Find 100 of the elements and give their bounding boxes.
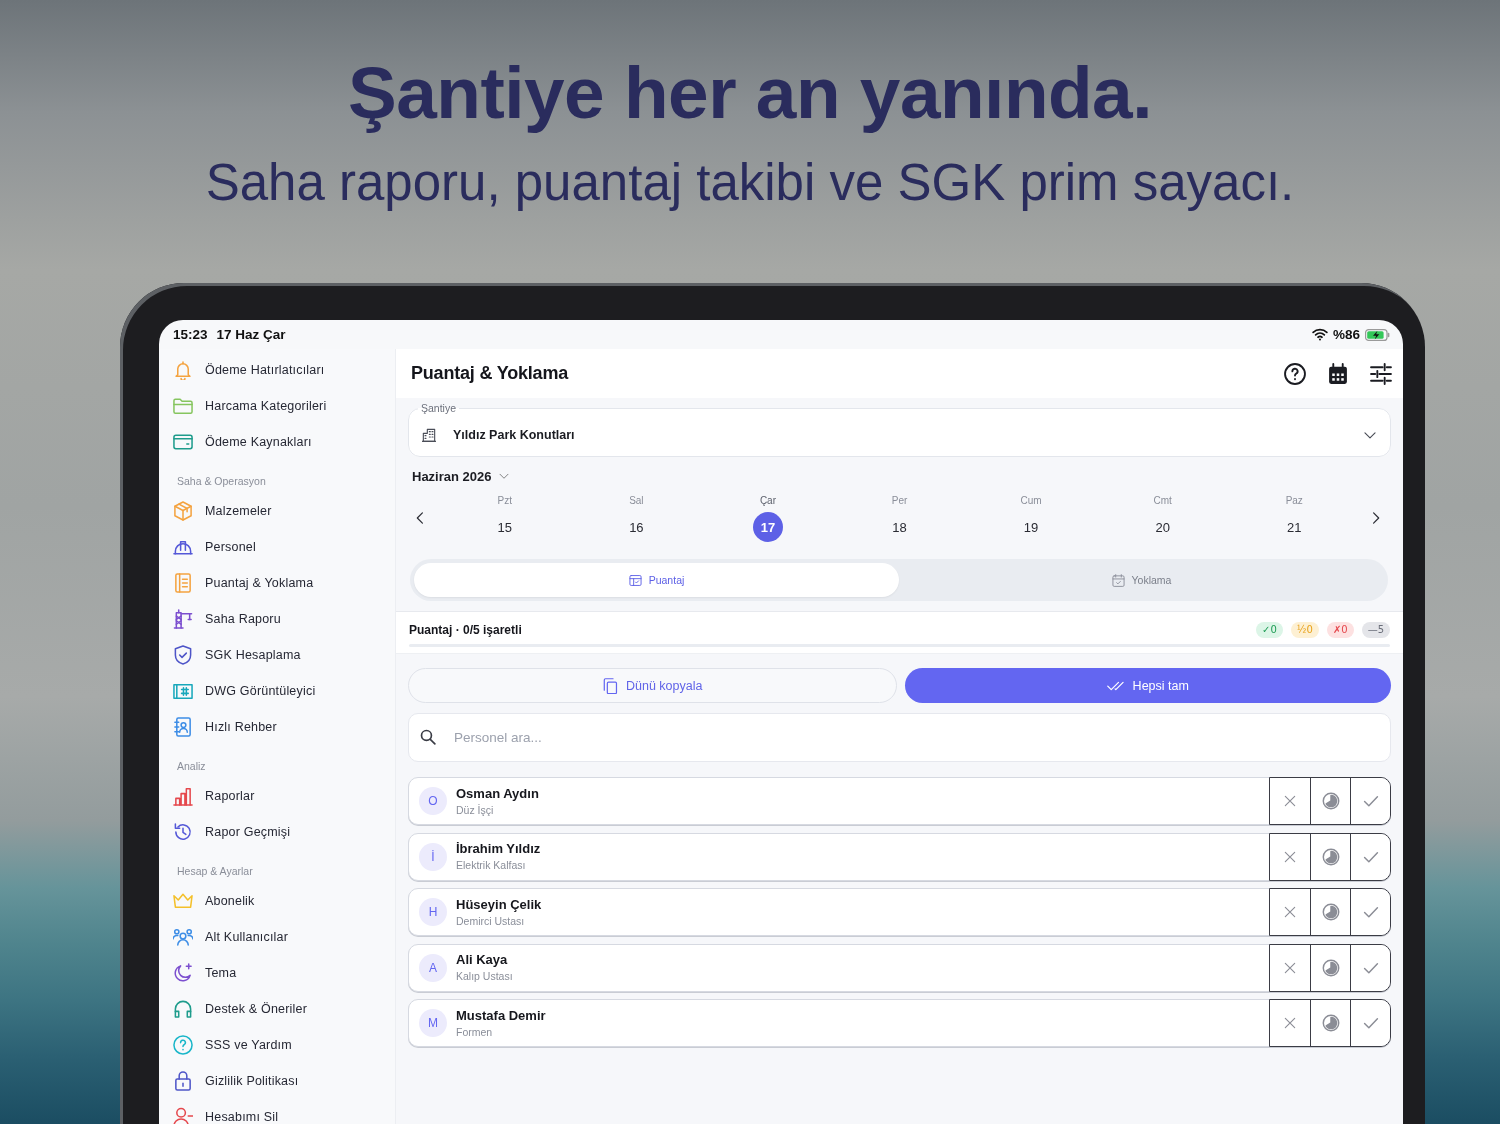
sidebar-item[interactable]: Raporlar	[159, 778, 395, 814]
avatar: O	[419, 787, 447, 815]
sidebar-item[interactable]: Tema	[159, 955, 395, 991]
month-selector[interactable]: Haziran 2026	[412, 467, 509, 485]
sidebar-item[interactable]: DWG Görüntüleyici	[159, 673, 395, 709]
section-header: Hesap & Ayarlar	[176, 864, 254, 879]
headset-icon	[173, 999, 193, 1019]
sidebar-item[interactable]: Abonelik	[159, 883, 395, 919]
avatar: A	[419, 953, 447, 982]
avatar: İ	[419, 842, 447, 871]
present-button[interactable]	[1350, 889, 1390, 935]
building-icon	[422, 428, 436, 442]
users-icon	[173, 927, 193, 947]
present-button[interactable]	[1350, 944, 1390, 991]
secondary-button[interactable]: Dünü kopyala	[408, 668, 897, 703]
bar-chart-icon	[173, 786, 193, 806]
time-text: 15:23	[173, 327, 208, 342]
half-circle-icon	[1321, 958, 1340, 977]
sliders-icon[interactable]	[1370, 362, 1392, 385]
crane-icon	[173, 609, 193, 629]
sidebar-item[interactable]: Ödeme Hatırlatıcıları	[159, 352, 395, 388]
x-icon	[1283, 960, 1297, 975]
sidebar-item[interactable]: SSS ve Yardım	[159, 1027, 395, 1063]
check-icon	[1362, 906, 1379, 918]
history-icon	[173, 822, 193, 842]
chevron-down-icon	[498, 473, 509, 479]
sidebar-item[interactable]: Malzemeler	[159, 493, 395, 529]
tab[interactable]: Yoklama	[899, 563, 1384, 597]
section-header: Saha & Operasyon	[176, 474, 267, 489]
double-check-icon	[1106, 680, 1125, 691]
chevron-left-icon[interactable]	[416, 512, 424, 524]
check-icon	[1362, 961, 1379, 974]
weekday-label: Cum	[1020, 494, 1042, 508]
contact-book-icon	[173, 717, 193, 737]
sidebar-item[interactable]: Hızlı Rehber	[159, 709, 395, 745]
date-button[interactable]: 21	[1279, 512, 1310, 542]
count-badge: ½0	[1290, 622, 1319, 638]
half-circle-icon	[1321, 1014, 1340, 1032]
worker-role: Demirci Ustası	[456, 913, 525, 928]
folder-icon	[173, 396, 193, 416]
present-button[interactable]	[1350, 778, 1390, 824]
wifi-icon	[1311, 328, 1328, 341]
sidebar-item[interactable]: Hesabımı Sil	[159, 1099, 395, 1124]
sidebar-item[interactable]: Ödeme Kaynakları	[159, 424, 395, 460]
bell-icon	[173, 360, 193, 380]
sidebar-item[interactable]: Puantaj & Yoklama	[159, 565, 395, 601]
site-dropdown[interactable]: Şantiye Yıldız Park Konutları	[408, 402, 1391, 457]
date-button[interactable]: 16	[621, 512, 652, 542]
weekday-label: Sal	[629, 494, 644, 508]
help-icon[interactable]	[1284, 362, 1306, 385]
date-text: 17 Haz Çar	[216, 327, 286, 342]
half-circle-icon	[1321, 847, 1340, 866]
worker-name: İbrahim Yıldız	[456, 841, 541, 857]
sidebar-item[interactable]: Alt Kullanıcılar	[159, 919, 395, 955]
search-field[interactable]: Personel ara...	[408, 713, 1391, 762]
chevron-right-icon[interactable]	[1372, 512, 1381, 524]
worker-role: Formen	[456, 1024, 493, 1039]
count-badge: ✗0	[1326, 622, 1354, 638]
battery-percent: %86	[1332, 327, 1360, 342]
search-icon	[420, 729, 436, 745]
worker-name: Osman Aydın	[456, 785, 539, 802]
date-button[interactable]: 19	[1016, 512, 1047, 542]
avatar: M	[419, 1009, 447, 1037]
blueprint-icon	[173, 681, 193, 701]
worker-name: Hüseyin Çelik	[456, 896, 542, 913]
worker-role: Kalıp Ustası	[456, 969, 513, 983]
box-icon	[173, 501, 193, 521]
section-header: Analiz	[176, 759, 207, 774]
weekday-label: Cmt	[1153, 494, 1172, 508]
weekday-label: Çar	[759, 494, 776, 508]
weekday-label: Pzt	[497, 494, 512, 508]
count-badge: ✓0	[1256, 622, 1283, 638]
half-circle-icon	[1321, 903, 1340, 921]
sidebar-item[interactable]: Destek & Öneriler	[159, 991, 395, 1027]
lock-icon	[173, 1071, 193, 1091]
count-badge: —5	[1361, 622, 1390, 638]
help-icon	[173, 1035, 193, 1055]
sidebar-item[interactable]: SGK Hesaplama	[159, 637, 395, 673]
copy-icon	[602, 677, 618, 694]
date-button[interactable]: 15	[489, 512, 520, 542]
calendar-icon[interactable]	[1327, 362, 1349, 385]
date-button[interactable]: 17	[752, 512, 783, 542]
moon-stars-icon	[173, 963, 193, 983]
sidebar-item[interactable]: Saha Raporu	[159, 601, 395, 637]
primary-button[interactable]: Hepsi tam	[904, 668, 1391, 703]
weekday-label: Paz	[1285, 494, 1303, 508]
sidebar-item[interactable]: Rapor Geçmişi	[159, 814, 395, 850]
sidebar-item[interactable]: Gizlilik Politikası	[159, 1063, 395, 1099]
half-circle-icon	[1321, 792, 1340, 810]
worker-name: Ali Kaya	[456, 952, 508, 968]
x-icon	[1283, 849, 1297, 864]
check-icon	[1362, 795, 1379, 807]
tab[interactable]: Puantaj	[414, 563, 899, 597]
present-button[interactable]	[1350, 833, 1390, 880]
sidebar-item[interactable]: Harcama Kategorileri	[159, 388, 395, 424]
sidebar-item[interactable]: Personel	[159, 529, 395, 565]
date-button[interactable]: 20	[1147, 512, 1178, 542]
present-button[interactable]	[1350, 1000, 1390, 1046]
date-button[interactable]: 18	[884, 512, 915, 542]
calendar-check-icon	[1111, 573, 1125, 587]
